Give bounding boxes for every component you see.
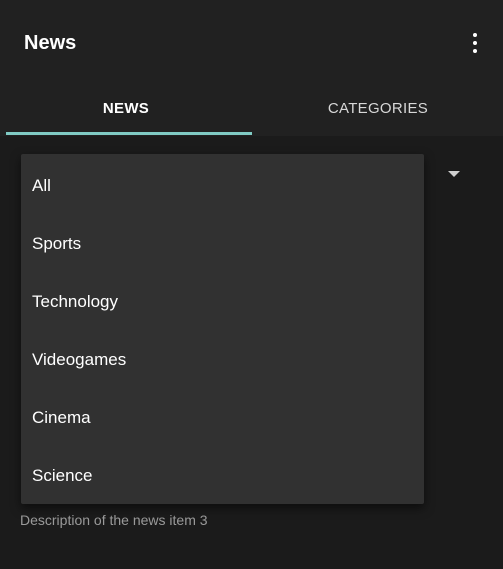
- tab-categories[interactable]: CATEGORIES: [252, 80, 503, 136]
- arrow-drop-down-icon[interactable]: [448, 171, 460, 177]
- more-vert-icon[interactable]: [464, 30, 486, 56]
- app-bar: News: [0, 0, 503, 80]
- tab-indicator: [6, 132, 252, 135]
- dropdown-item-sports[interactable]: Sports: [21, 215, 424, 273]
- tab-bar: NEWS CATEGORIES: [0, 80, 503, 136]
- news-item-description: Description of the news item 3: [20, 512, 208, 528]
- dropdown-item-all[interactable]: All: [21, 157, 424, 215]
- app-title: News: [24, 32, 77, 54]
- dropdown-item-cinema[interactable]: Cinema: [21, 389, 424, 447]
- dropdown-item-science[interactable]: Science: [21, 447, 424, 505]
- dropdown-item-videogames[interactable]: Videogames: [21, 331, 424, 389]
- dropdown-item-technology[interactable]: Technology: [21, 273, 424, 331]
- tab-news[interactable]: NEWS: [0, 80, 252, 136]
- category-dropdown: All Sports Technology Videogames Cinema …: [21, 154, 424, 504]
